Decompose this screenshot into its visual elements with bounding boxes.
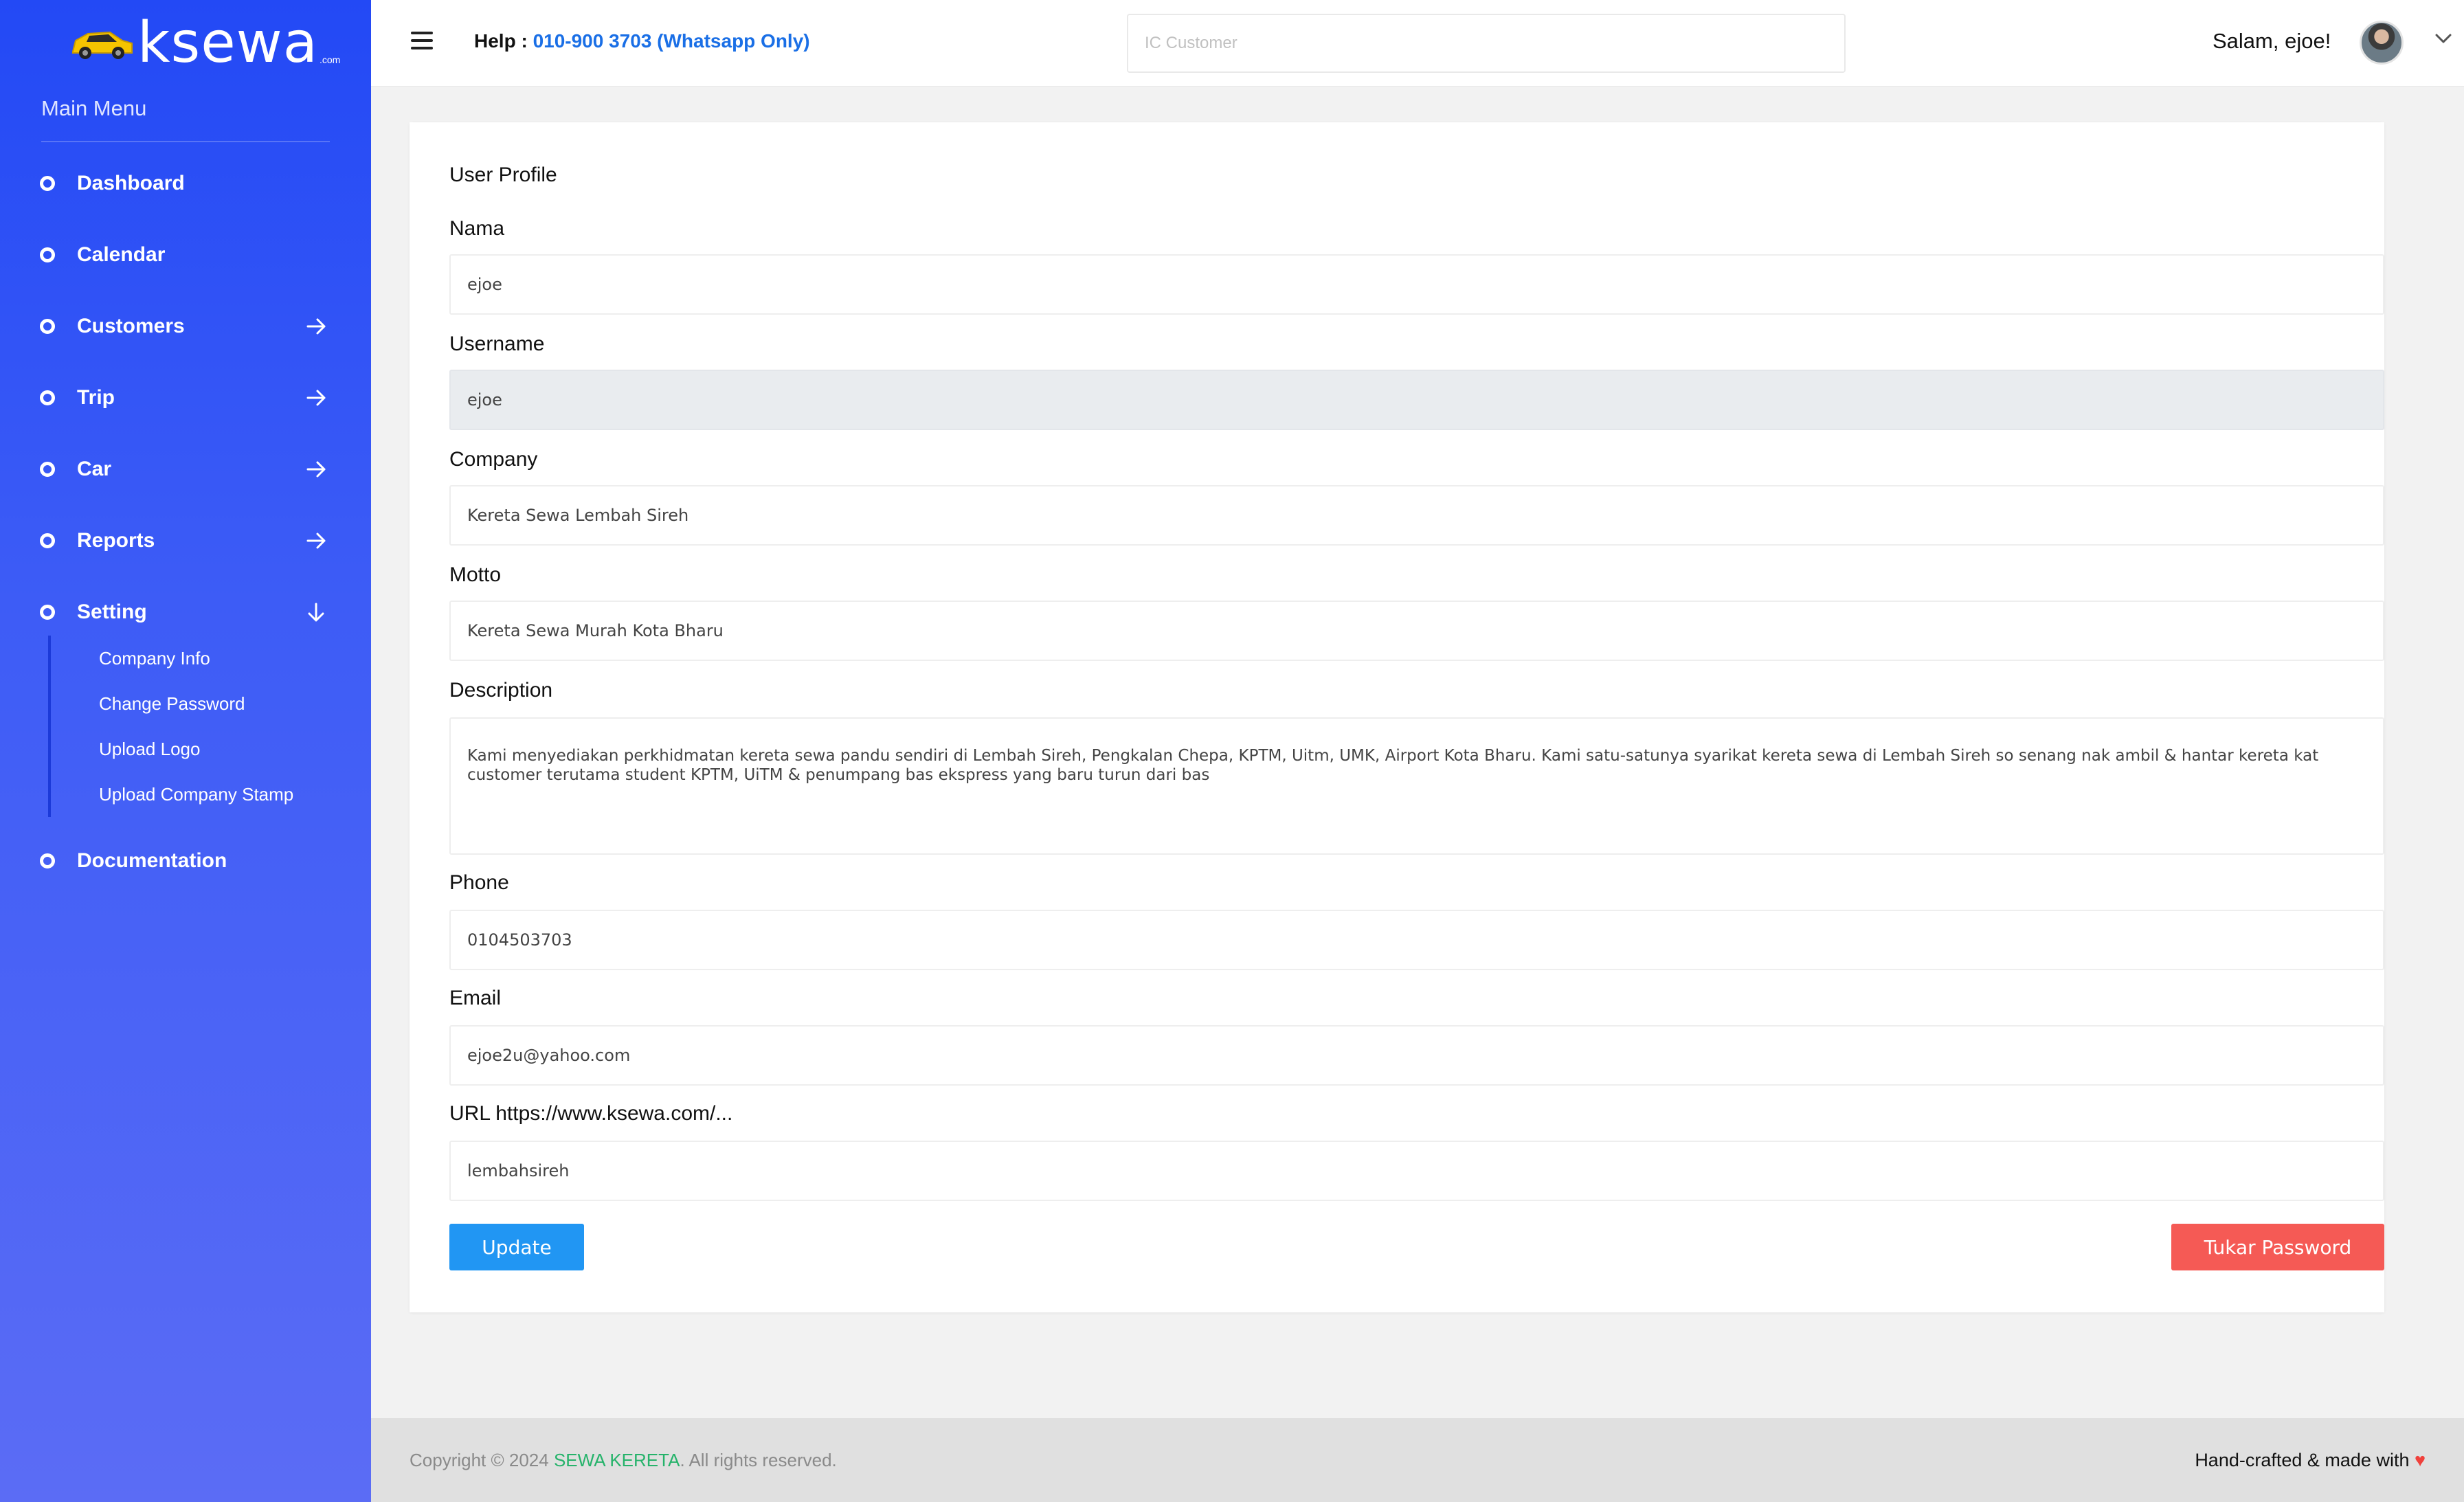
submenu-item-change-password[interactable]: Change Password xyxy=(52,681,371,726)
circle-bullet-icon xyxy=(40,176,55,191)
logo[interactable]: ksewa .com xyxy=(69,12,340,74)
sidebar-item-label: Setting xyxy=(77,601,147,623)
top-header: Help : 010-900 3703 (Whatsapp Only) Sala… xyxy=(371,0,2464,87)
description-label: Description xyxy=(449,679,553,702)
sidebar-item-dashboard[interactable]: Dashboard xyxy=(0,148,371,219)
arrow-right-icon xyxy=(306,318,326,335)
sidebar-item-car[interactable]: Car xyxy=(0,434,371,505)
sidebar-item-label: Customers xyxy=(77,315,185,337)
username-field xyxy=(449,370,2384,430)
arrow-right-icon xyxy=(306,390,326,406)
ic-customer-search-input[interactable] xyxy=(1127,14,1846,73)
phone-field[interactable] xyxy=(449,910,2384,970)
sidebar: ksewa .com Main Menu Dashboard Calendar … xyxy=(0,0,371,1502)
help-label: Help : xyxy=(474,30,533,52)
tukar-password-button[interactable]: Tukar Password xyxy=(2171,1224,2384,1270)
motto-field[interactable] xyxy=(449,601,2384,661)
setting-submenu: Company Info Change Password Upload Logo… xyxy=(48,636,371,817)
submenu-item-upload-logo[interactable]: Upload Logo xyxy=(52,726,371,772)
logo-tld: .com xyxy=(319,54,341,65)
circle-bullet-icon xyxy=(40,605,55,620)
company-field[interactable] xyxy=(449,485,2384,546)
submenu-item-company-info[interactable]: Company Info xyxy=(52,636,371,681)
help-text: Help : 010-900 3703 (Whatsapp Only) xyxy=(474,30,810,52)
email-field[interactable] xyxy=(449,1025,2384,1086)
footer: Copyright © 2024 SEWA KERETA. All rights… xyxy=(371,1418,2464,1502)
sidebar-item-label: Trip xyxy=(77,386,115,409)
sidebar-item-documentation[interactable]: Documentation xyxy=(0,825,371,897)
copyright-prefix: Copyright © 2024 xyxy=(410,1450,554,1470)
company-label: Company xyxy=(449,448,538,471)
circle-bullet-icon xyxy=(40,533,55,548)
sidebar-item-customers[interactable]: Customers xyxy=(0,291,371,362)
username-label: Username xyxy=(449,333,545,355)
nama-field[interactable] xyxy=(449,254,2384,315)
made-with-label: Hand-crafted & made with xyxy=(2195,1450,2415,1470)
arrow-right-icon xyxy=(306,461,326,478)
arrow-down-icon xyxy=(308,603,324,622)
footer-brand-link[interactable]: SEWA KERETA xyxy=(554,1450,680,1470)
logo-text: ksewa xyxy=(137,10,318,76)
made-with-text: Hand-crafted & made with ♥ xyxy=(2195,1450,2426,1471)
greeting-text: Salam, ejoe! xyxy=(2213,29,2331,53)
sidebar-item-label: Calendar xyxy=(77,243,166,266)
phone-label: Phone xyxy=(449,871,509,894)
sidebar-item-label: Dashboard xyxy=(77,172,185,194)
user-profile-card: User Profile Nama Username Company Motto… xyxy=(410,122,2384,1312)
circle-bullet-icon xyxy=(40,853,55,868)
sidebar-item-reports[interactable]: Reports xyxy=(0,505,371,576)
update-button[interactable]: Update xyxy=(449,1224,584,1270)
car-logo-icon xyxy=(72,31,133,59)
chevron-down-icon[interactable] xyxy=(2432,27,2454,49)
description-textarea[interactable]: Kami menyediakan perkhidmatan kereta sew… xyxy=(449,717,2384,855)
help-phone-link[interactable]: 010-900 3703 (Whatsapp Only) xyxy=(533,30,810,52)
circle-bullet-icon xyxy=(40,462,55,477)
nama-label: Nama xyxy=(449,217,505,240)
main-menu-label: Main Menu xyxy=(41,96,147,120)
circle-bullet-icon xyxy=(40,390,55,405)
sidebar-item-trip[interactable]: Trip xyxy=(0,362,371,434)
arrow-right-icon xyxy=(306,533,326,549)
motto-label: Motto xyxy=(449,563,502,586)
circle-bullet-icon xyxy=(40,247,55,262)
url-slug-field[interactable] xyxy=(449,1141,2384,1201)
heart-icon: ♥ xyxy=(2414,1450,2426,1470)
copyright-suffix: . All rights reserved. xyxy=(680,1450,837,1470)
copyright-text: Copyright © 2024 SEWA KERETA. All rights… xyxy=(410,1450,837,1471)
sidebar-item-label: Car xyxy=(77,458,112,480)
sidebar-item-label: Reports xyxy=(77,529,155,552)
sidebar-item-calendar[interactable]: Calendar xyxy=(0,219,371,291)
sidebar-menu: Dashboard Calendar Customers Trip Car Re… xyxy=(0,148,371,897)
card-title: User Profile xyxy=(449,164,557,186)
email-label: Email xyxy=(449,987,502,1009)
sidebar-item-label: Documentation xyxy=(77,849,227,872)
submenu-item-upload-company-stamp[interactable]: Upload Company Stamp xyxy=(52,772,371,817)
hamburger-menu-icon[interactable] xyxy=(411,32,433,51)
user-avatar[interactable] xyxy=(2360,21,2404,65)
url-label: URL https://www.ksewa.com/... xyxy=(449,1102,733,1125)
circle-bullet-icon xyxy=(40,319,55,334)
menu-divider xyxy=(41,141,330,142)
